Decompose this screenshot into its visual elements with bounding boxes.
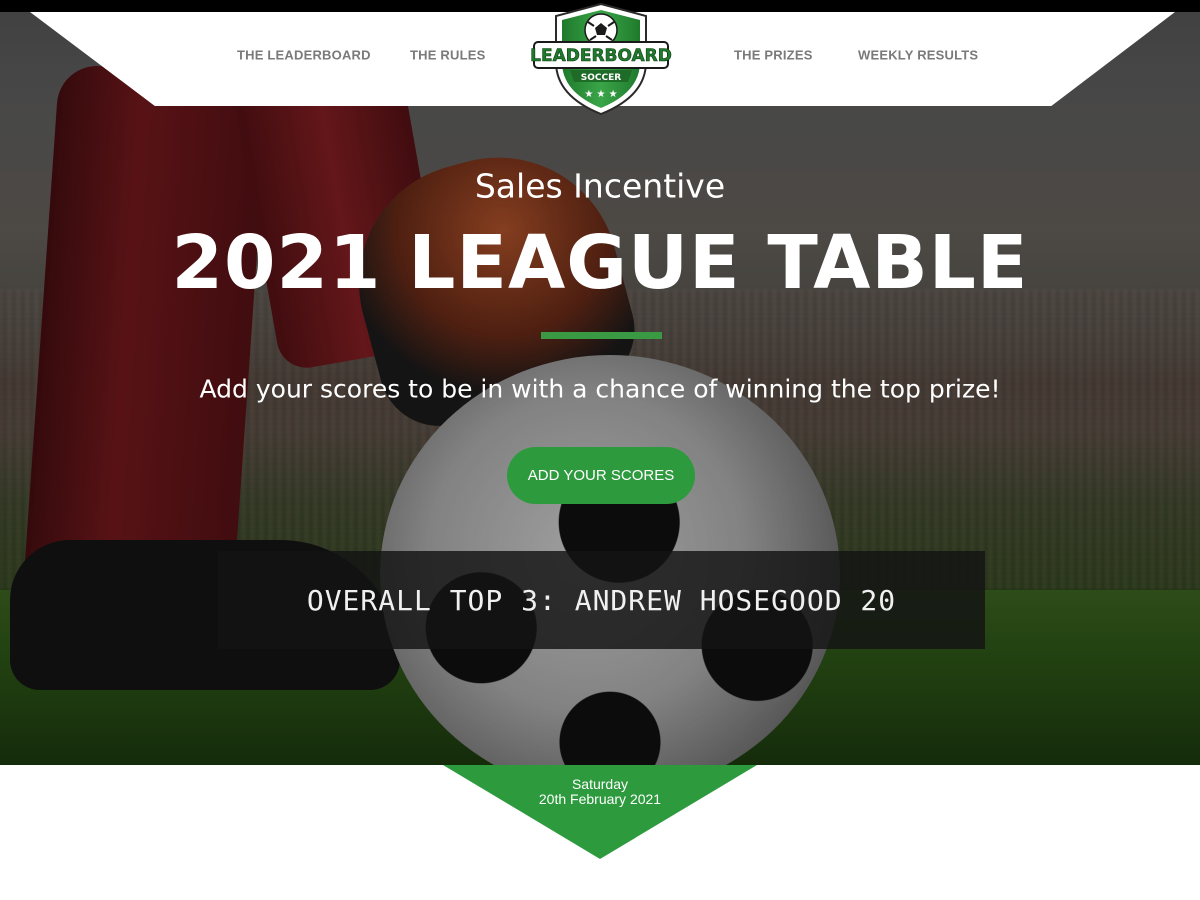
leaderboard-soccer-logo[interactable]: LEADERBOARD SOCCER ★ ★ ★: [530, 0, 672, 118]
ticker-text: OVERALL TOP 3: ANDREW HOSEGOOD 20: [306, 583, 897, 617]
svg-text:SOCCER: SOCCER: [581, 73, 621, 83]
top-3-ticker: OVERALL TOP 3: ANDREW HOSEGOOD 20: [218, 551, 985, 649]
nav-link-weekly-results[interactable]: WEEKLY RESULTS: [858, 48, 978, 63]
svg-text:LEADERBOARD: LEADERBOARD: [530, 46, 672, 66]
nav-link-prizes[interactable]: THE PRIZES: [734, 48, 813, 63]
nav-link-leaderboard[interactable]: THE LEADERBOARD: [237, 48, 371, 63]
nav-link-rules[interactable]: THE RULES: [410, 48, 485, 63]
date-full: 20th February 2021: [538, 791, 662, 807]
svg-text:★ ★ ★: ★ ★ ★: [584, 89, 617, 100]
leaderboard-shield-logo: LEADERBOARD SOCCER ★ ★ ★: [530, 2, 672, 116]
title-divider: [541, 332, 662, 339]
page-title: 2021 LEAGUE TABLE: [171, 220, 1029, 306]
add-your-scores-button[interactable]: ADD YOUR SCORES: [507, 447, 695, 504]
date-day: Saturday: [571, 776, 629, 792]
hero-subtitle: Sales Incentive: [474, 166, 726, 206]
hero-tagline: Add your scores to be in with a chance o…: [199, 374, 1001, 404]
